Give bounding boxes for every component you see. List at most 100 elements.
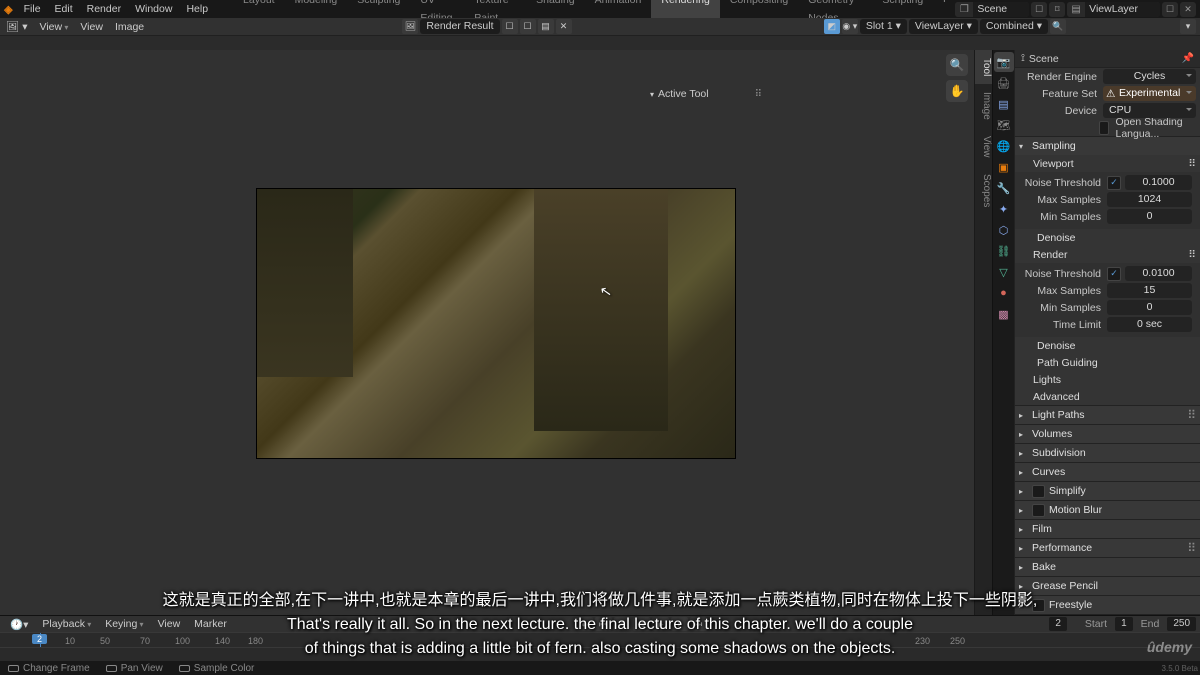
pass-dropdown[interactable]: Combined ▾ [980,19,1048,34]
open-image-button[interactable]: ▤ [538,19,554,34]
image-browse-icon[interactable]: 🖼 [402,19,418,34]
panel-menu-icon[interactable]: ⠿ [1187,541,1196,555]
scene-icon[interactable]: ❐ [955,2,973,17]
search-icon[interactable]: 🔍 [1050,19,1066,34]
material-properties-icon[interactable]: ● [994,283,1014,303]
slot-dropdown[interactable]: Slot 1 ▾ [860,19,907,34]
panel-menu-icon[interactable]: ⠿ [1188,158,1196,170]
render-subpanel-header[interactable]: Render ⠿ [1015,246,1200,263]
pan-icon[interactable]: ✋ [946,80,968,102]
r-noisethresh-checkbox[interactable] [1107,267,1121,281]
r-maxsamples-value[interactable]: 15 [1107,283,1192,298]
render-properties-icon[interactable]: 📷 [994,52,1014,72]
new-viewlayer-button[interactable]: ☐ [1162,2,1178,17]
jump-start-button[interactable]: ⏮ [595,617,612,631]
new-scene-button[interactable]: ☐ [1031,2,1047,17]
pathguiding-subpanel[interactable]: Path Guiding [1015,354,1200,371]
tab-view[interactable]: View [975,128,992,166]
jump-nextkey-button[interactable]: ⏵ [671,617,688,631]
image-menu[interactable]: Image [109,21,150,33]
timeline-view-menu[interactable]: View [152,618,187,630]
keying-menu[interactable]: Keying [99,618,149,630]
constraint-properties-icon[interactable]: ⛓ [994,241,1014,261]
play-button[interactable]: ▶ [652,617,669,631]
start-frame-field[interactable]: 1 [1115,617,1133,631]
greasepencil-panel[interactable]: Grease Pencil [1015,577,1200,595]
sampling-panel-header[interactable]: Sampling [1015,137,1200,155]
panel-menu-icon[interactable]: ⠿ [1188,249,1196,261]
pin-icon[interactable]: 📌 [1182,53,1194,64]
panel-menu-icon[interactable]: ⠿ [1187,408,1196,422]
output-properties-icon[interactable]: 🖨 [994,73,1014,93]
new-image-button[interactable]: ☐ [520,19,536,34]
pin-scene-button[interactable]: ⌑ [1049,2,1065,17]
image-name-field[interactable]: Render Result [420,19,499,34]
simplify-checkbox[interactable] [1032,485,1045,498]
viewport-subpanel-header[interactable]: Viewport ⠿ [1015,155,1200,172]
film-panel[interactable]: Film [1015,520,1200,538]
view-menu[interactable]: View [74,21,109,33]
current-frame-field[interactable]: 2 [1049,617,1067,631]
physics-properties-icon[interactable]: ⬡ [994,220,1014,240]
r-denoise-subpanel[interactable]: Denoise [1015,337,1200,354]
tab-scopes[interactable]: Scopes [975,166,992,215]
playback-menu[interactable]: Playback [36,618,97,630]
bake-panel[interactable]: Bake [1015,558,1200,576]
menu-help[interactable]: Help [179,0,215,18]
freestyle-checkbox[interactable] [1032,599,1045,612]
subdivision-panel[interactable]: Subdivision [1015,444,1200,462]
object-properties-icon[interactable]: ▣ [994,157,1014,177]
tab-tool[interactable]: Tool [975,50,992,84]
autokey-button[interactable]: ● [576,617,593,631]
vp-denoise-subpanel[interactable]: Denoise [1015,229,1200,246]
gizmo-button[interactable]: ◉ ▾ [842,19,858,34]
viewlayer-properties-icon[interactable]: ▤ [994,94,1014,114]
menu-render[interactable]: Render [80,0,128,18]
panel-options-icon[interactable]: ⠿ [755,89,762,100]
scene-properties-icon[interactable]: 🗺 [994,115,1014,135]
vp-noisethresh-checkbox[interactable] [1107,176,1121,190]
texture-properties-icon[interactable]: ▩ [994,304,1014,324]
modifier-properties-icon[interactable]: 🔧 [994,178,1014,198]
lightpaths-panel[interactable]: Light Paths⠿ [1015,406,1200,424]
motionblur-checkbox[interactable] [1032,504,1045,517]
blender-logo-icon[interactable]: ◈ [0,0,17,18]
vp-maxsamples-value[interactable]: 1024 [1107,192,1192,207]
timelimit-value[interactable]: 0 sec [1107,317,1192,332]
osl-checkbox[interactable] [1099,121,1109,135]
vp-noisethresh-value[interactable]: 0.1000 [1125,175,1192,190]
lights-subpanel[interactable]: Lights [1015,371,1200,388]
display-channels-button[interactable]: ◩ [824,19,840,34]
freestyle-panel[interactable]: Freestyle [1015,596,1200,614]
filter-options-button[interactable]: ▾ [1180,19,1196,34]
r-minsamples-value[interactable]: 0 [1107,300,1192,315]
device-dropdown[interactable]: CPU [1103,103,1196,118]
curves-panel[interactable]: Curves [1015,463,1200,481]
engine-dropdown[interactable]: Cycles [1103,69,1196,84]
play-reverse-button[interactable]: ◀ [633,617,650,631]
timeline-ruler[interactable]: 2 10 50 70 100 140 180 230 250 [0,632,1200,648]
active-tool-panel[interactable]: ▾ Active Tool ⠿ [646,86,766,102]
timeline-type-selector[interactable]: 🕐▾ [4,618,34,631]
remove-viewlayer-button[interactable]: ✕ [1180,2,1196,17]
simplify-panel[interactable]: Simplify [1015,482,1200,500]
motionblur-panel[interactable]: Motion Blur [1015,501,1200,519]
zoom-icon[interactable]: 🔍 [946,54,968,76]
tab-image[interactable]: Image [975,84,992,128]
scene-breadcrumb-label[interactable]: Scene [1029,53,1059,65]
vp-minsamples-value[interactable]: 0 [1107,209,1192,224]
editor-type-selector[interactable]: 🖼 ▾ [0,20,34,33]
performance-panel[interactable]: Performance⠿ [1015,539,1200,557]
data-properties-icon[interactable]: ▽ [994,262,1014,282]
mode-dropdown[interactable]: View [34,21,75,33]
jump-prevkey-button[interactable]: ⏴ [614,617,631,631]
advanced-subpanel[interactable]: Advanced [1015,388,1200,405]
particle-properties-icon[interactable]: ✦ [994,199,1014,219]
menu-edit[interactable]: Edit [48,0,80,18]
r-noisethresh-value[interactable]: 0.0100 [1125,266,1192,281]
timeline-body[interactable] [0,648,1200,662]
menu-file[interactable]: File [17,0,48,18]
featureset-dropdown[interactable]: ⚠Experimental [1103,86,1196,101]
viewlayer-dropdown[interactable]: ViewLayer ▾ [909,19,978,34]
volumes-panel[interactable]: Volumes [1015,425,1200,443]
